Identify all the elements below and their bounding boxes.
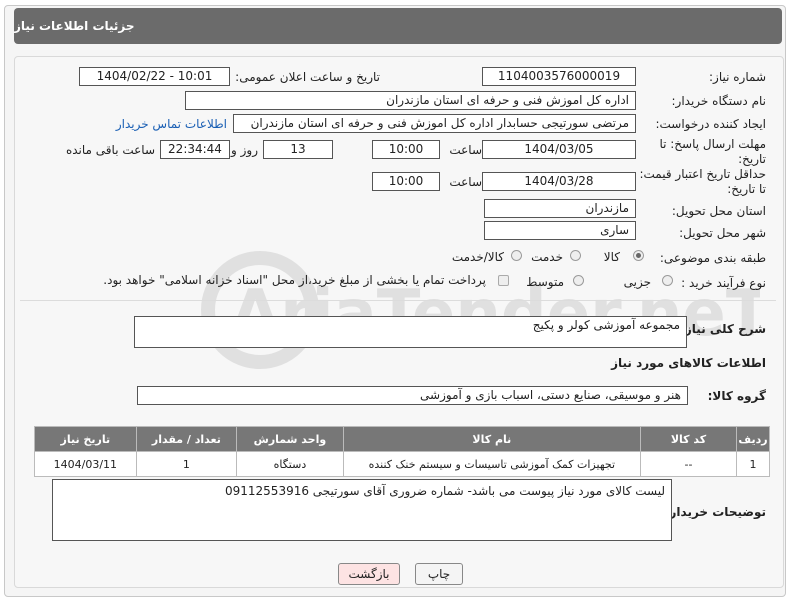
buyer-org-field: اداره کل اموزش فنی و حرفه ای استان مازند… — [185, 91, 636, 110]
creator-label: ایجاد کننده درخواست: — [655, 117, 766, 131]
category-label: طبقه بندی موضوعی: — [659, 251, 766, 265]
price-valid-time-label: ساعت — [449, 175, 482, 189]
cell-qty: 1 — [135, 451, 238, 477]
cell-name: تجهیزات کمک آموزشی تاسیسات و سیستم خنک ک… — [342, 451, 641, 477]
cell-code: -- — [639, 451, 738, 477]
need-number-field: 1104003576000019 — [482, 67, 636, 86]
treasury-payment-checkbox[interactable] — [498, 275, 509, 286]
process-radio-medium[interactable] — [573, 275, 584, 286]
page-header: جزئیات اطلاعات نیاز — [14, 8, 782, 44]
province-label: استان محل تحویل: — [671, 204, 766, 218]
city-field: ساری — [484, 221, 636, 240]
days-label: روز و — [231, 143, 258, 157]
col-qty: تعداد / مقدار — [135, 426, 238, 452]
divider — [20, 300, 776, 301]
category-radio-goods[interactable] — [633, 250, 644, 261]
cell-unit: دستگاه — [236, 451, 344, 477]
col-code: کد کالا — [639, 426, 738, 452]
buyer-notes-field[interactable]: لیست کالای مورد نیاز پیوست می باشد- شمار… — [52, 479, 672, 541]
days-field: 13 — [263, 140, 333, 159]
deadline-label-date: تاریخ: — [738, 152, 766, 166]
price-valid-time-field: 10:00 — [372, 172, 440, 191]
creator-field: مرتضی سورتیجی حسابدار اداره کل اموزش فنی… — [233, 114, 636, 133]
back-button[interactable]: بازگشت — [338, 563, 400, 585]
goods-group-label: گروه کالا: — [707, 389, 766, 403]
need-number-label: شماره نیاز: — [709, 70, 766, 84]
price-valid-label-date: تا تاریخ: — [727, 182, 766, 196]
process-label: نوع فرآیند خرید : — [681, 276, 766, 290]
province-field: مازندران — [484, 199, 636, 218]
cell-row: 1 — [736, 451, 770, 477]
category-radio-both[interactable] — [511, 250, 522, 261]
deadline-label: مهلت ارسال پاسخ: تا — [659, 137, 766, 151]
deadline-date-field: 1404/03/05 — [482, 140, 636, 159]
table-row[interactable]: 1 -- تجهیزات کمک آموزشی تاسیسات و سیستم … — [34, 451, 770, 477]
process-option-medium: متوسط — [526, 275, 564, 289]
buyer-org-label: نام دستگاه خریدار: — [671, 94, 767, 108]
col-unit: واحد شمارش — [236, 426, 344, 452]
announce-label: تاریخ و ساعت اعلان عمومی: — [235, 70, 380, 84]
general-desc-label: شرح کلی نیاز: — [680, 322, 766, 336]
deadline-time-label: ساعت — [449, 143, 482, 157]
treasury-payment-note: پرداخت تمام یا بخشی از مبلغ خرید،از محل … — [103, 273, 486, 287]
price-valid-date-field: 1404/03/28 — [482, 172, 636, 191]
process-option-minor: جزیی — [623, 275, 651, 289]
cell-date: 1404/03/11 — [34, 451, 137, 477]
general-desc-field[interactable]: مجموعه آموزشی کولر و پکیج — [134, 316, 687, 348]
items-table: ردیف کد کالا نام کالا واحد شمارش تعداد /… — [34, 426, 770, 477]
remaining-label: ساعت باقی مانده — [65, 143, 155, 157]
col-date: تاریخ نیاز — [34, 426, 137, 452]
goods-group-field: هنر و موسیقی، صنایع دستی، اسباب بازی و آ… — [137, 386, 688, 405]
contact-buyer-link[interactable]: اطلاعات تماس خریدار — [116, 117, 227, 131]
announce-field: 1404/02/22 - 10:01 — [79, 67, 230, 86]
page-title: جزئیات اطلاعات نیاز — [14, 19, 135, 33]
col-name: نام کالا — [342, 426, 641, 452]
print-button[interactable]: چاپ — [415, 563, 463, 585]
col-row: ردیف — [736, 426, 770, 452]
remaining-time-field: 22:34:44 — [160, 140, 230, 159]
table-header-row: ردیف کد کالا نام کالا واحد شمارش تعداد /… — [34, 426, 770, 452]
price-valid-label: حداقل تاریخ اعتبار قیمت: — [639, 167, 766, 181]
city-label: شهر محل تحویل: — [679, 226, 766, 240]
category-option-both: کالا/خدمت — [451, 250, 504, 264]
deadline-time-field: 10:00 — [372, 140, 440, 159]
process-radio-minor[interactable] — [662, 275, 673, 286]
category-option-goods: کالا — [603, 250, 620, 264]
buyer-notes-label: توضیحات خریدار: — [664, 505, 766, 519]
goods-info-title: اطلاعات کالاهای مورد نیاز — [611, 356, 766, 370]
category-option-service: خدمت — [531, 250, 563, 264]
category-radio-service[interactable] — [570, 250, 581, 261]
